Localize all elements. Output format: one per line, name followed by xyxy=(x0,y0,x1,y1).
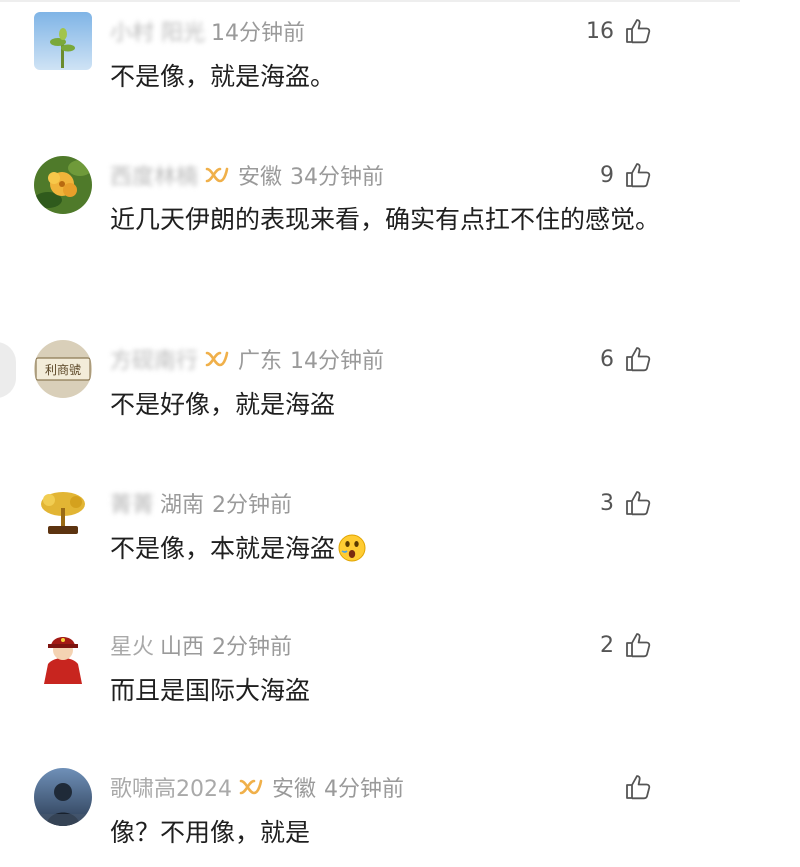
shocked-face-emoji-icon xyxy=(338,534,366,562)
thumbs-up-icon xyxy=(626,775,651,800)
comment-meta: 星火 山西 2分钟前 xyxy=(110,628,292,662)
thumbs-up-icon xyxy=(626,163,651,188)
comment-meta: 西度林楠 安徽 34分钟前 xyxy=(110,158,384,192)
comment-text: 而且是国际大海盗 xyxy=(110,676,311,705)
region-label: 安徽 xyxy=(272,777,317,802)
like-count: 3 xyxy=(600,490,614,516)
like-button[interactable]: 3 xyxy=(600,486,652,520)
comment-text: 不是好像，就是海盗 xyxy=(110,390,336,419)
timestamp: 2分钟前 xyxy=(212,635,293,660)
thumbs-up-icon xyxy=(626,19,651,44)
comment-list-page: 小村 阳光 14分钟前 16 不是像，就是海盗。 西度林楠 安徽 34分钟前 9… xyxy=(0,0,800,867)
yellow-flower-avatar[interactable] xyxy=(34,156,92,214)
vip-badge-icon xyxy=(205,167,229,183)
timestamp: 34分钟前 xyxy=(290,165,385,190)
side-scroll-handle[interactable] xyxy=(0,342,16,398)
username[interactable]: 方砚南行 xyxy=(110,343,198,375)
username[interactable]: 西度林楠 xyxy=(110,159,198,191)
plant-photo-avatar[interactable] xyxy=(34,12,92,70)
comment-text: 不是像，本就是海盗 xyxy=(110,530,710,568)
timestamp: 2分钟前 xyxy=(212,493,293,518)
username[interactable]: 歌啸高2024 xyxy=(110,771,232,803)
username[interactable]: 小村 阳光 xyxy=(110,15,205,47)
comment-meta: 方砚南行 广东 14分钟前 xyxy=(110,342,384,376)
top-divider xyxy=(0,0,740,2)
like-button[interactable]: 6 xyxy=(600,342,652,376)
comment-meta: 小村 阳光 14分钟前 xyxy=(110,14,305,48)
region-label: 湖南 xyxy=(160,493,205,518)
thumbs-up-icon xyxy=(626,491,651,516)
timestamp: 14分钟前 xyxy=(211,21,305,46)
like-button[interactable]: 16 xyxy=(586,14,652,48)
red-soldier-avatar[interactable] xyxy=(34,626,92,684)
comment-text: 不是像，就是海盗。 xyxy=(110,62,336,91)
like-button[interactable] xyxy=(624,770,652,804)
comment-meta: 菁菁 湖南 2分钟前 xyxy=(110,486,292,520)
like-count: 16 xyxy=(586,18,614,44)
username[interactable]: 菁菁 xyxy=(110,487,154,519)
username[interactable]: 星火 xyxy=(110,629,154,661)
region-label: 安徽 xyxy=(238,165,283,190)
like-count: 9 xyxy=(600,162,614,188)
comment-text: 近几天伊朗的表现来看，确实有点扛不住的感觉。 xyxy=(110,205,661,234)
like-count: 2 xyxy=(600,632,614,658)
vip-badge-icon xyxy=(239,779,263,795)
comment-text-content: 不是像，本就是海盗 xyxy=(110,534,336,563)
like-button[interactable]: 9 xyxy=(600,158,652,192)
like-button[interactable]: 2 xyxy=(600,628,652,662)
calligraphy-plaque-avatar[interactable]: 利商號 xyxy=(34,340,92,398)
region-label: 山西 xyxy=(160,635,205,660)
like-count: 6 xyxy=(600,346,614,372)
thumbs-up-icon xyxy=(626,633,651,658)
svg-text:利商號: 利商號 xyxy=(45,362,81,377)
figure-portrait-avatar[interactable] xyxy=(34,768,92,826)
comment-text: 像？不用像，就是 xyxy=(110,818,311,847)
thumbs-up-icon xyxy=(626,347,651,372)
golden-bonsai-avatar[interactable] xyxy=(34,484,92,542)
timestamp: 4分钟前 xyxy=(324,777,405,802)
comment-meta: 歌啸高2024 安徽 4分钟前 xyxy=(110,770,404,804)
timestamp: 14分钟前 xyxy=(290,349,385,374)
region-label: 广东 xyxy=(238,349,283,374)
vip-badge-icon xyxy=(205,351,229,367)
